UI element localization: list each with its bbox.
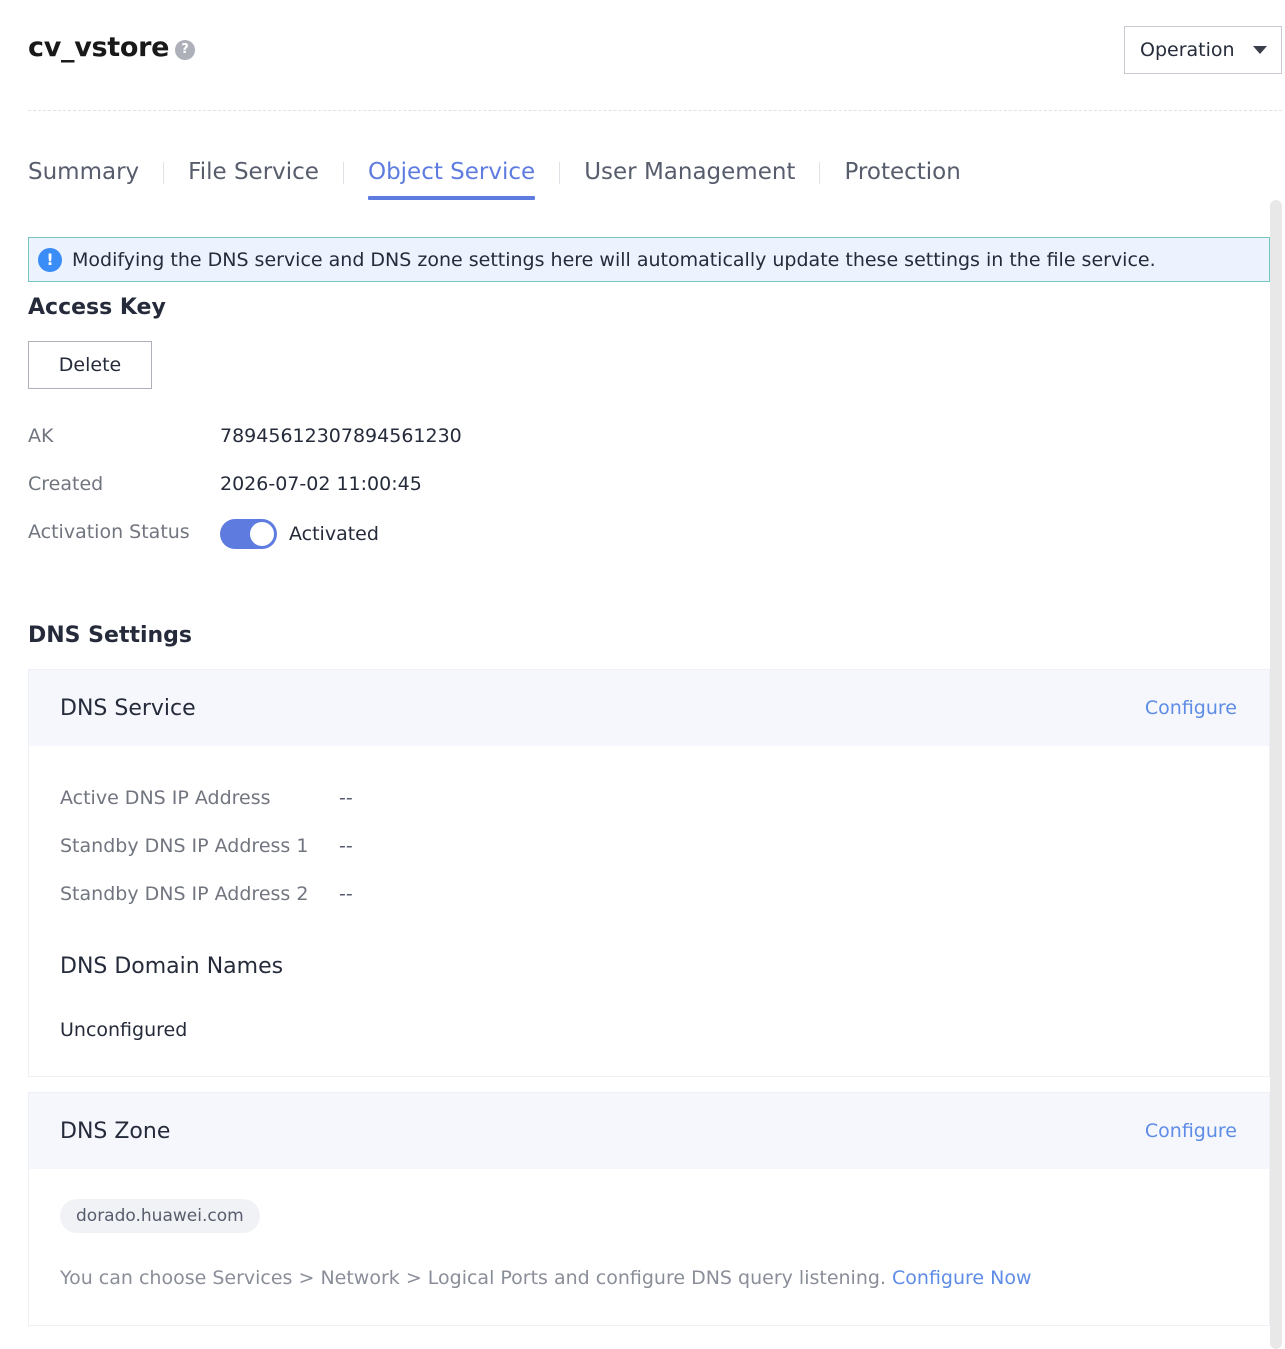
dns-zone-hint: You can choose Services > Network > Logi… xyxy=(60,1267,1032,1289)
standby-dns-2-value: -- xyxy=(339,883,353,905)
operation-label: Operation xyxy=(1140,39,1235,61)
toggle-knob xyxy=(250,522,274,546)
created-value: 2026-07-02 11:00:45 xyxy=(220,473,422,495)
standby-dns-1-value: -- xyxy=(339,835,353,857)
standby-dns-2-label: Standby DNS IP Address 2 xyxy=(60,883,309,905)
dns-zone-tag: dorado.huawei.com xyxy=(60,1199,260,1233)
notice-text: Modifying the DNS service and DNS zone s… xyxy=(72,248,1156,271)
dns-zone-card: DNS Zone Configure dorado.huawei.com You… xyxy=(28,1092,1270,1326)
header-divider xyxy=(28,110,1282,111)
created-label: Created xyxy=(28,473,104,495)
page-title: cv_vstore xyxy=(28,32,170,63)
standby-dns-1-label: Standby DNS IP Address 1 xyxy=(60,835,309,857)
dns-zone-hint-text: You can choose Services > Network > Logi… xyxy=(60,1267,886,1289)
vertical-scrollbar[interactable] xyxy=(1270,200,1282,1349)
dns-service-header: DNS Service Configure xyxy=(29,670,1269,746)
info-notice: ! Modifying the DNS service and DNS zone… xyxy=(28,237,1270,282)
dns-zone-title: DNS Zone xyxy=(60,1118,171,1144)
dns-service-title: DNS Service xyxy=(60,695,196,721)
chevron-down-icon xyxy=(1253,46,1267,54)
ak-value: 78945612307894561230 xyxy=(220,425,462,447)
dns-settings-title: DNS Settings xyxy=(28,623,193,648)
tab-separator xyxy=(342,162,344,184)
dns-zone-header: DNS Zone Configure xyxy=(29,1093,1269,1169)
dns-zone-configure-link[interactable]: Configure xyxy=(1145,1120,1237,1142)
info-icon: ! xyxy=(38,247,62,272)
active-dns-label: Active DNS IP Address xyxy=(60,787,271,809)
active-dns-value: -- xyxy=(339,787,353,809)
tab-object-service[interactable]: Object Service xyxy=(367,152,536,200)
help-icon[interactable]: ? xyxy=(175,40,195,60)
access-key-title: Access Key xyxy=(28,295,166,320)
configure-now-link[interactable]: Configure Now xyxy=(892,1267,1032,1289)
dns-domain-names-title: DNS Domain Names xyxy=(60,954,284,979)
dns-domain-names-value: Unconfigured xyxy=(60,1019,188,1041)
dns-service-configure-link[interactable]: Configure xyxy=(1145,697,1237,719)
activation-status-label: Activation Status xyxy=(28,521,190,543)
tab-protection[interactable]: Protection xyxy=(844,152,960,200)
activation-toggle[interactable] xyxy=(220,519,277,549)
tab-summary[interactable]: Summary xyxy=(28,152,139,200)
activation-status-value: Activated xyxy=(289,523,379,545)
tab-file-service[interactable]: File Service xyxy=(188,152,319,200)
tab-bar: Summary File Service Object Service User… xyxy=(28,152,961,202)
tab-separator xyxy=(559,162,561,184)
ak-label: AK xyxy=(28,425,54,447)
tab-user-management[interactable]: User Management xyxy=(584,152,795,200)
operation-dropdown[interactable]: Operation xyxy=(1124,26,1282,74)
dns-service-card: DNS Service Configure Active DNS IP Addr… xyxy=(28,669,1270,1077)
tab-separator xyxy=(163,162,165,184)
delete-button[interactable]: Delete xyxy=(28,341,152,389)
tab-separator xyxy=(819,162,821,184)
